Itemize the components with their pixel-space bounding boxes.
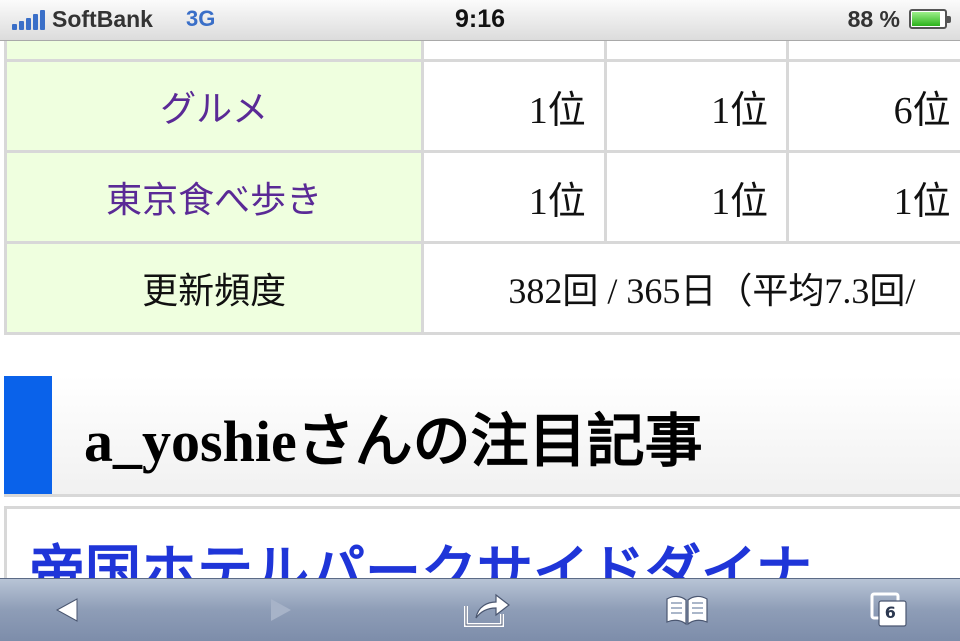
- rank-cell: 1位: [423, 61, 605, 152]
- category-link-tokyo-food-walk[interactable]: 東京食べ歩き: [6, 152, 423, 243]
- ranking-table: グルメ 1位 1位 6位 東京食べ歩き 1位 1位 1位 更新頻度 382回 /…: [4, 41, 960, 335]
- table-row: 更新頻度 382回 / 365日（平均7.3回/: [6, 243, 960, 334]
- tabs-icon[interactable]: 6: [844, 579, 934, 641]
- rank-cell: 1位: [605, 61, 787, 152]
- status-time: 9:16: [0, 5, 960, 34]
- rank-cell: 1位: [423, 152, 605, 243]
- rank-cell: 6位: [788, 61, 960, 152]
- update-frequency-label: 更新頻度: [6, 243, 423, 334]
- battery-fill: [912, 12, 940, 26]
- table-row: [6, 41, 960, 61]
- tabs-count: 6: [885, 603, 896, 622]
- back-arrow-icon[interactable]: [22, 579, 112, 641]
- rank-cell: 1位: [605, 152, 787, 243]
- bookmarks-icon[interactable]: [642, 579, 732, 641]
- share-icon[interactable]: [442, 579, 532, 641]
- article-title-link[interactable]: 帝国ホテルパークサイドダイナ: [29, 527, 812, 578]
- table-row: 東京食べ歩き 1位 1位 1位: [6, 152, 960, 243]
- forward-arrow-icon: [236, 579, 326, 641]
- browser-toolbar: 6: [0, 578, 960, 641]
- category-link-gourmet[interactable]: グルメ: [6, 61, 423, 152]
- status-bar: SoftBank 3G 9:16 88 %: [0, 0, 960, 41]
- rank-cell: 1位: [788, 152, 960, 243]
- section-title: a_yoshieさんの注目記事: [84, 394, 703, 478]
- battery-percentage: 88 %: [848, 6, 900, 33]
- battery-icon: [909, 9, 947, 29]
- update-frequency-value: 382回 / 365日（平均7.3回/: [423, 243, 960, 334]
- article-card: 帝国ホテルパークサイドダイナ: [4, 506, 960, 578]
- heading-accent-bar: [4, 376, 52, 494]
- web-page-content[interactable]: グルメ 1位 1位 6位 東京食べ歩き 1位 1位 1位 更新頻度 382回 /…: [0, 41, 960, 578]
- featured-articles-heading: a_yoshieさんの注目記事: [4, 376, 960, 497]
- table-row: グルメ 1位 1位 6位: [6, 61, 960, 152]
